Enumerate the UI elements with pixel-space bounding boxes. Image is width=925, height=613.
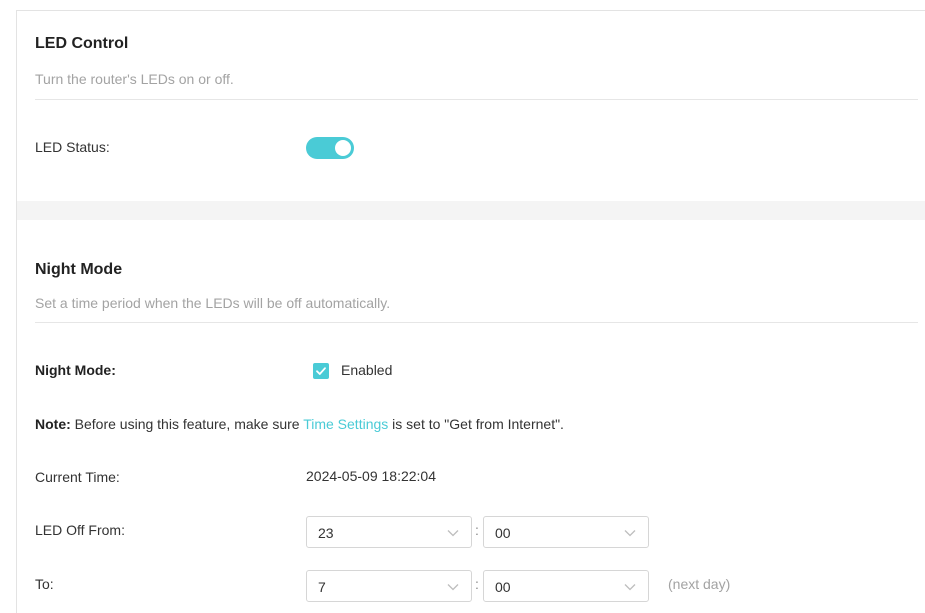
- time-separator: :: [475, 576, 479, 592]
- next-day-hint: (next day): [668, 576, 731, 592]
- current-time-value: 2024-05-09 18:22:04: [306, 468, 436, 484]
- led-control-divider: [35, 99, 918, 100]
- off-from-hour-select[interactable]: 23: [306, 516, 472, 548]
- led-control-description: Turn the router's LEDs on or off.: [35, 71, 234, 87]
- night-mode-description: Set a time period when the LEDs will be …: [35, 295, 391, 311]
- note-text-before-link: Before using this feature, make sure: [70, 416, 304, 432]
- current-time-label: Current Time:: [35, 469, 120, 485]
- chevron-down-icon: [447, 530, 459, 537]
- off-to-hour-value: 7: [318, 579, 326, 595]
- off-from-minute-value: 00: [495, 525, 511, 541]
- toggle-knob: [335, 140, 351, 156]
- night-mode-enabled-checkbox[interactable]: [313, 363, 329, 379]
- chevron-down-icon: [624, 530, 636, 537]
- led-status-toggle[interactable]: [306, 137, 354, 159]
- night-mode-note: Note: Before using this feature, make su…: [35, 416, 564, 432]
- note-prefix: Note:: [35, 416, 71, 432]
- led-status-label: LED Status:: [35, 139, 110, 155]
- led-off-from-label: LED Off From:: [35, 522, 125, 538]
- note-text-after-link: is set to "Get from Internet".: [388, 416, 564, 432]
- off-from-minute-select[interactable]: 00: [483, 516, 649, 548]
- section-separator-band: [17, 201, 925, 220]
- time-separator: :: [475, 522, 479, 538]
- night-mode-title: Night Mode: [35, 261, 123, 278]
- chevron-down-icon: [447, 584, 459, 591]
- off-from-hour-value: 23: [318, 525, 334, 541]
- chevron-down-icon: [624, 584, 636, 591]
- off-to-minute-select[interactable]: 00: [483, 570, 649, 602]
- check-icon: [316, 367, 326, 375]
- off-to-hour-select[interactable]: 7: [306, 570, 472, 602]
- night-mode-enabled-label[interactable]: Enabled: [341, 362, 392, 378]
- night-mode-divider: [35, 322, 918, 323]
- time-settings-link[interactable]: Time Settings: [303, 416, 388, 432]
- night-mode-label: Night Mode:: [35, 362, 116, 378]
- led-control-title: LED Control: [35, 35, 129, 52]
- led-off-to-label: To:: [35, 576, 54, 592]
- off-to-minute-value: 00: [495, 579, 511, 595]
